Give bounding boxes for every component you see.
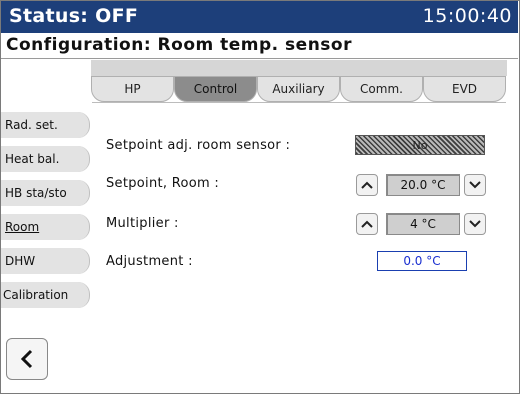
chevron-up-icon <box>361 181 373 189</box>
sidebar-item-rad-set[interactable]: Rad. set. <box>1 112 90 138</box>
setpoint-room-up-button[interactable] <box>356 174 378 196</box>
tab-evd[interactable]: EVD <box>423 76 506 102</box>
tab-auxiliary[interactable]: Auxiliary <box>257 76 340 102</box>
setpoint-adj-value[interactable]: No <box>355 135 485 155</box>
setpoint-room-down-button[interactable] <box>464 174 486 196</box>
sidebar-item-hb-sta-sto[interactable]: HB sta/sto <box>1 180 90 206</box>
chevron-down-icon <box>469 220 481 228</box>
setpoint-room-label: Setpoint, Room : <box>106 176 220 191</box>
multiplier-value[interactable]: 4 °C <box>386 213 460 235</box>
sidebar-item-heat-bal[interactable]: Heat bal. <box>1 146 90 172</box>
multiplier-down-button[interactable] <box>464 213 486 235</box>
multiplier-up-button[interactable] <box>356 213 378 235</box>
sidebar-item-dhw[interactable]: DHW <box>1 248 90 274</box>
setpoint-adj-label: Setpoint adj. room sensor : <box>106 138 291 153</box>
chevron-left-icon <box>20 349 33 369</box>
sidebar-item-room[interactable]: Room <box>1 214 90 240</box>
chevron-up-icon <box>361 220 373 228</box>
adjustment-value: 0.0 °C <box>377 251 467 271</box>
tab-control[interactable]: Control <box>174 76 257 102</box>
adjustment-label: Adjustment : <box>106 254 193 269</box>
page-title: Configuration: Room temp. sensor <box>6 35 352 55</box>
title-divider <box>1 58 518 59</box>
setpoint-room-value[interactable]: 20.0 °C <box>386 174 460 196</box>
setpoint-adj-value-text: No <box>412 138 428 152</box>
clock: 15:00:40 <box>422 5 512 27</box>
sidebar-item-calibration[interactable]: Calibration <box>1 282 90 308</box>
chevron-down-icon <box>469 181 481 189</box>
multiplier-label: Multiplier : <box>106 216 179 231</box>
back-button[interactable] <box>6 338 48 380</box>
tab-strip <box>91 60 507 76</box>
tab-hp[interactable]: HP <box>91 76 174 102</box>
tab-comm[interactable]: Comm. <box>340 76 423 102</box>
status-bar: Status: OFF 15:00:40 <box>1 1 518 33</box>
content-divider <box>92 102 506 103</box>
status-label: Status: OFF <box>9 5 139 27</box>
